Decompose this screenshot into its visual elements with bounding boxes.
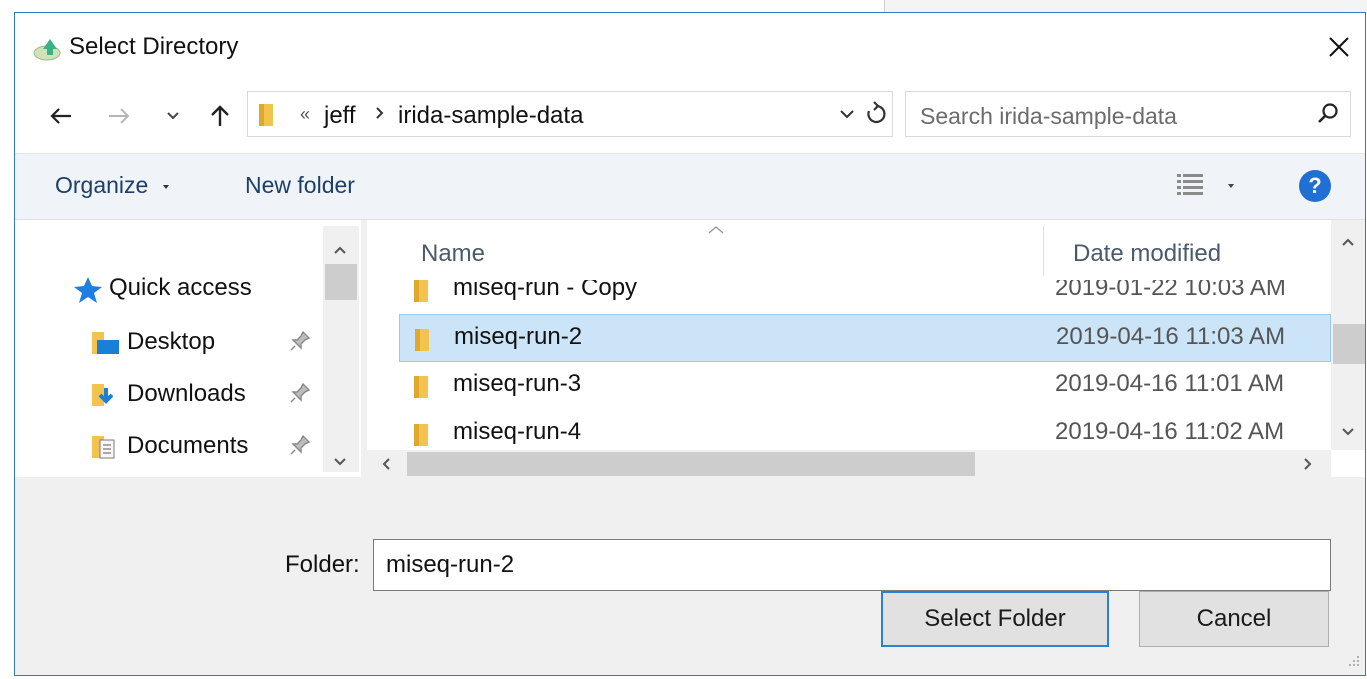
breadcrumb-jeff[interactable]: jeff [324,102,356,130]
address-history-button[interactable] [838,102,856,131]
caret-down-icon [162,184,169,189]
list-item-selected[interactable]: miseq-run-2 2019-04-16 11:03 AM [399,314,1331,362]
scroll-up-icon[interactable] [1341,234,1355,252]
file-name: miseq-run-2 [454,323,583,350]
search-input[interactable]: Search irida-sample-data [920,103,1177,130]
file-date: 2019-04-16 11:02 AM [1055,418,1285,445]
resize-grip-icon[interactable] [1347,654,1361,673]
downloads-folder-icon [91,382,121,413]
refresh-icon [867,101,886,124]
folder-icon [413,374,431,405]
title-bar: Select Directory [15,13,1365,81]
up-button[interactable] [205,99,235,133]
select-folder-button[interactable]: Select Folder [881,591,1109,647]
scroll-right-icon[interactable] [1303,457,1313,476]
app-icon [33,35,65,61]
folder-icon [413,422,431,450]
help-button[interactable]: ? [1299,170,1331,202]
change-view-button[interactable] [1175,168,1239,204]
refresh-button[interactable] [864,100,888,133]
pin-icon [289,434,311,461]
file-date: 2019-01-22 10:03 AM [1055,280,1286,301]
navigation-pane: Quick access Desktop Downloads Documents [15,220,361,478]
scrollbar-thumb[interactable] [407,452,975,476]
desktop-folder-icon [91,330,121,361]
select-directory-dialog: Select Directory « jeff irida-sample-dat… [14,12,1366,676]
file-name: miseq-run-4 [453,418,582,445]
chevron-down-icon [167,112,179,120]
file-name: miseq-run - Copy [453,280,638,301]
sidebar-item-label: Desktop [127,328,216,355]
background-window-edge [884,0,1367,12]
list-item[interactable]: miseq-run-4 2019-04-16 11:02 AM [399,410,1331,450]
breadcrumb-overflow[interactable]: « [300,104,310,125]
navigation-pane-scrollbar[interactable] [323,226,359,472]
sidebar-item-quick-access[interactable]: Quick access [15,264,325,312]
sidebar-item-label: Downloads [127,380,246,407]
close-button[interactable] [1313,25,1365,69]
sidebar-item-documents[interactable]: Documents [15,422,325,470]
folder-name-input[interactable] [373,539,1331,591]
organize-label: Organize [55,172,149,198]
file-list-horizontal-scrollbar[interactable] [367,450,1331,478]
star-icon [73,276,103,309]
pin-icon [289,382,311,409]
forward-button[interactable] [101,99,137,133]
file-list: Name Date modified miseq-run - Copy 2019… [367,220,1365,478]
pin-icon [289,330,311,357]
scrollbar-thumb[interactable] [1333,324,1365,364]
arrow-up-icon [211,105,229,126]
folder-icon [413,280,431,309]
file-date: 2019-04-16 11:01 AM [1055,370,1285,397]
list-item[interactable]: miseq-run-3 2019-04-16 11:01 AM [399,362,1331,410]
sort-ascending-icon [707,222,725,240]
list-item[interactable]: miseq-run - Copy 2019-01-22 10:03 AM [399,280,1331,314]
breadcrumb-separator-icon[interactable] [374,102,386,129]
cancel-button[interactable]: Cancel [1139,591,1329,647]
window-title: Select Directory [69,33,239,60]
organize-menu[interactable]: Organize [55,172,171,199]
sidebar-item-desktop[interactable]: Desktop [15,318,325,366]
file-list-vertical-scrollbar[interactable] [1331,220,1365,450]
arrow-right-icon [109,108,130,124]
details-view-icon [1177,174,1234,195]
folder-icon [414,327,432,358]
chevron-down-icon [840,110,854,119]
new-folder-button[interactable]: New folder [245,172,355,199]
scrollbar-thumb[interactable] [325,264,357,300]
scroll-left-icon[interactable] [381,457,391,476]
arrow-left-icon [50,108,71,124]
search-box[interactable]: Search irida-sample-data [905,91,1351,137]
folder-label: Folder: [285,551,360,578]
dialog-footer: Folder: Select Folder Cancel [15,477,1365,675]
address-bar[interactable]: « jeff irida-sample-data [247,91,893,137]
scroll-up-icon[interactable] [333,242,347,260]
column-header-name[interactable]: Name [421,240,485,268]
column-divider[interactable] [1043,226,1044,276]
sidebar-item-label: Quick access [109,274,252,301]
recent-locations-button[interactable] [161,99,185,133]
column-header-date-modified[interactable]: Date modified [1073,240,1221,268]
scroll-down-icon[interactable] [333,454,347,472]
file-date: 2019-04-16 11:03 AM [1056,323,1286,350]
search-icon[interactable] [1316,102,1340,131]
close-icon [1329,37,1349,57]
sidebar-item-downloads[interactable]: Downloads [15,370,325,418]
file-name: miseq-run-3 [453,370,582,397]
back-button[interactable] [43,99,79,133]
browser-area: Quick access Desktop Downloads Documents… [15,219,1365,478]
folder-icon [258,102,276,133]
command-bar: Organize New folder ? [15,153,1365,219]
documents-folder-icon [91,434,121,465]
file-rows: miseq-run - Copy 2019-01-22 10:03 AM mis… [367,280,1331,450]
sidebar-item-label: Documents [127,432,249,459]
scroll-down-icon[interactable] [1341,424,1355,442]
breadcrumb-irida-sample-data[interactable]: irida-sample-data [398,102,583,130]
